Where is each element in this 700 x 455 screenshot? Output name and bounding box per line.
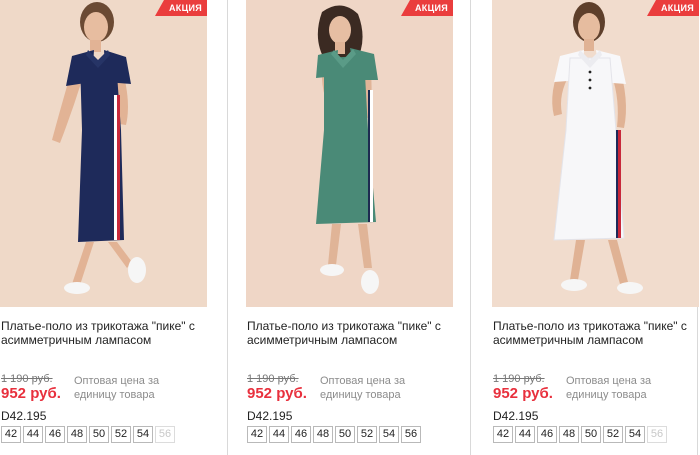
size-option[interactable]: 48 (67, 426, 87, 443)
product-title[interactable]: Платье-поло из трикотажа "пике" с асимме… (247, 319, 452, 347)
old-price: 1 190 руб. (493, 373, 545, 385)
size-option[interactable]: 52 (111, 426, 131, 443)
sku: D42.195 (1, 409, 47, 423)
size-option[interactable]: 46 (537, 426, 557, 443)
price: 952 руб. (493, 385, 553, 402)
size-option[interactable]: 54 (133, 426, 153, 443)
size-selector: 42 44 46 48 50 52 54 56 (1, 426, 175, 443)
size-option[interactable]: 44 (269, 426, 289, 443)
column-divider (227, 0, 228, 455)
size-option[interactable]: 50 (581, 426, 601, 443)
product-grid: АКЦИЯ Платье-поло из трикотажа "пике" с … (0, 0, 700, 455)
product-card[interactable]: АКЦИЯ Платье-поло из трикотажа "пике" с … (246, 0, 453, 455)
product-photo[interactable]: АКЦИЯ (0, 0, 207, 307)
product-image[interactable] (0, 0, 207, 307)
size-option[interactable]: 50 (335, 426, 355, 443)
promo-badge: АКЦИЯ (400, 0, 453, 16)
wholesale-note: Оптовая цена за единицу товара (74, 375, 160, 401)
size-option[interactable]: 52 (357, 426, 377, 443)
sku: D42.195 (247, 409, 293, 423)
price: 952 руб. (1, 385, 61, 402)
size-option[interactable]: 46 (291, 426, 311, 443)
size-option[interactable]: 54 (379, 426, 399, 443)
size-selector: 42 44 46 48 50 52 54 56 (493, 426, 667, 443)
wholesale-note: Оптовая цена за единицу товара (566, 375, 652, 401)
size-option[interactable]: 52 (603, 426, 623, 443)
size-option[interactable]: 50 (89, 426, 109, 443)
size-option[interactable]: 54 (625, 426, 645, 443)
product-card[interactable]: АКЦИЯ Платье-поло из трикотажа "пике" с … (492, 0, 699, 455)
product-photo[interactable]: АКЦИЯ (246, 0, 453, 307)
size-option[interactable]: 42 (1, 426, 21, 443)
promo-badge: АКЦИЯ (154, 0, 207, 16)
product-image[interactable] (492, 0, 699, 307)
size-option[interactable]: 46 (45, 426, 65, 443)
size-option-unavailable[interactable]: 56 (647, 426, 667, 443)
product-card[interactable]: АКЦИЯ Платье-поло из трикотажа "пике" с … (0, 0, 207, 455)
wholesale-note: Оптовая цена за единицу товара (320, 375, 406, 401)
product-photo[interactable]: АКЦИЯ (492, 0, 699, 307)
size-selector: 42 44 46 48 50 52 54 56 (247, 426, 421, 443)
column-divider (470, 0, 471, 455)
promo-badge: АКЦИЯ (646, 0, 699, 16)
size-option[interactable]: 42 (493, 426, 513, 443)
size-option[interactable]: 42 (247, 426, 267, 443)
price: 952 руб. (247, 385, 307, 402)
old-price: 1 190 руб. (247, 373, 299, 385)
size-option[interactable]: 44 (515, 426, 535, 443)
sku: D42.195 (493, 409, 539, 423)
size-option[interactable]: 48 (313, 426, 333, 443)
size-option[interactable]: 48 (559, 426, 579, 443)
size-option[interactable]: 44 (23, 426, 43, 443)
product-image[interactable] (246, 0, 453, 307)
size-option-unavailable[interactable]: 56 (155, 426, 175, 443)
product-title[interactable]: Платье-поло из трикотажа "пике" с асимме… (1, 319, 206, 347)
old-price: 1 190 руб. (1, 373, 53, 385)
size-option[interactable]: 56 (401, 426, 421, 443)
product-title[interactable]: Платье-поло из трикотажа "пике" с асимме… (493, 319, 698, 347)
